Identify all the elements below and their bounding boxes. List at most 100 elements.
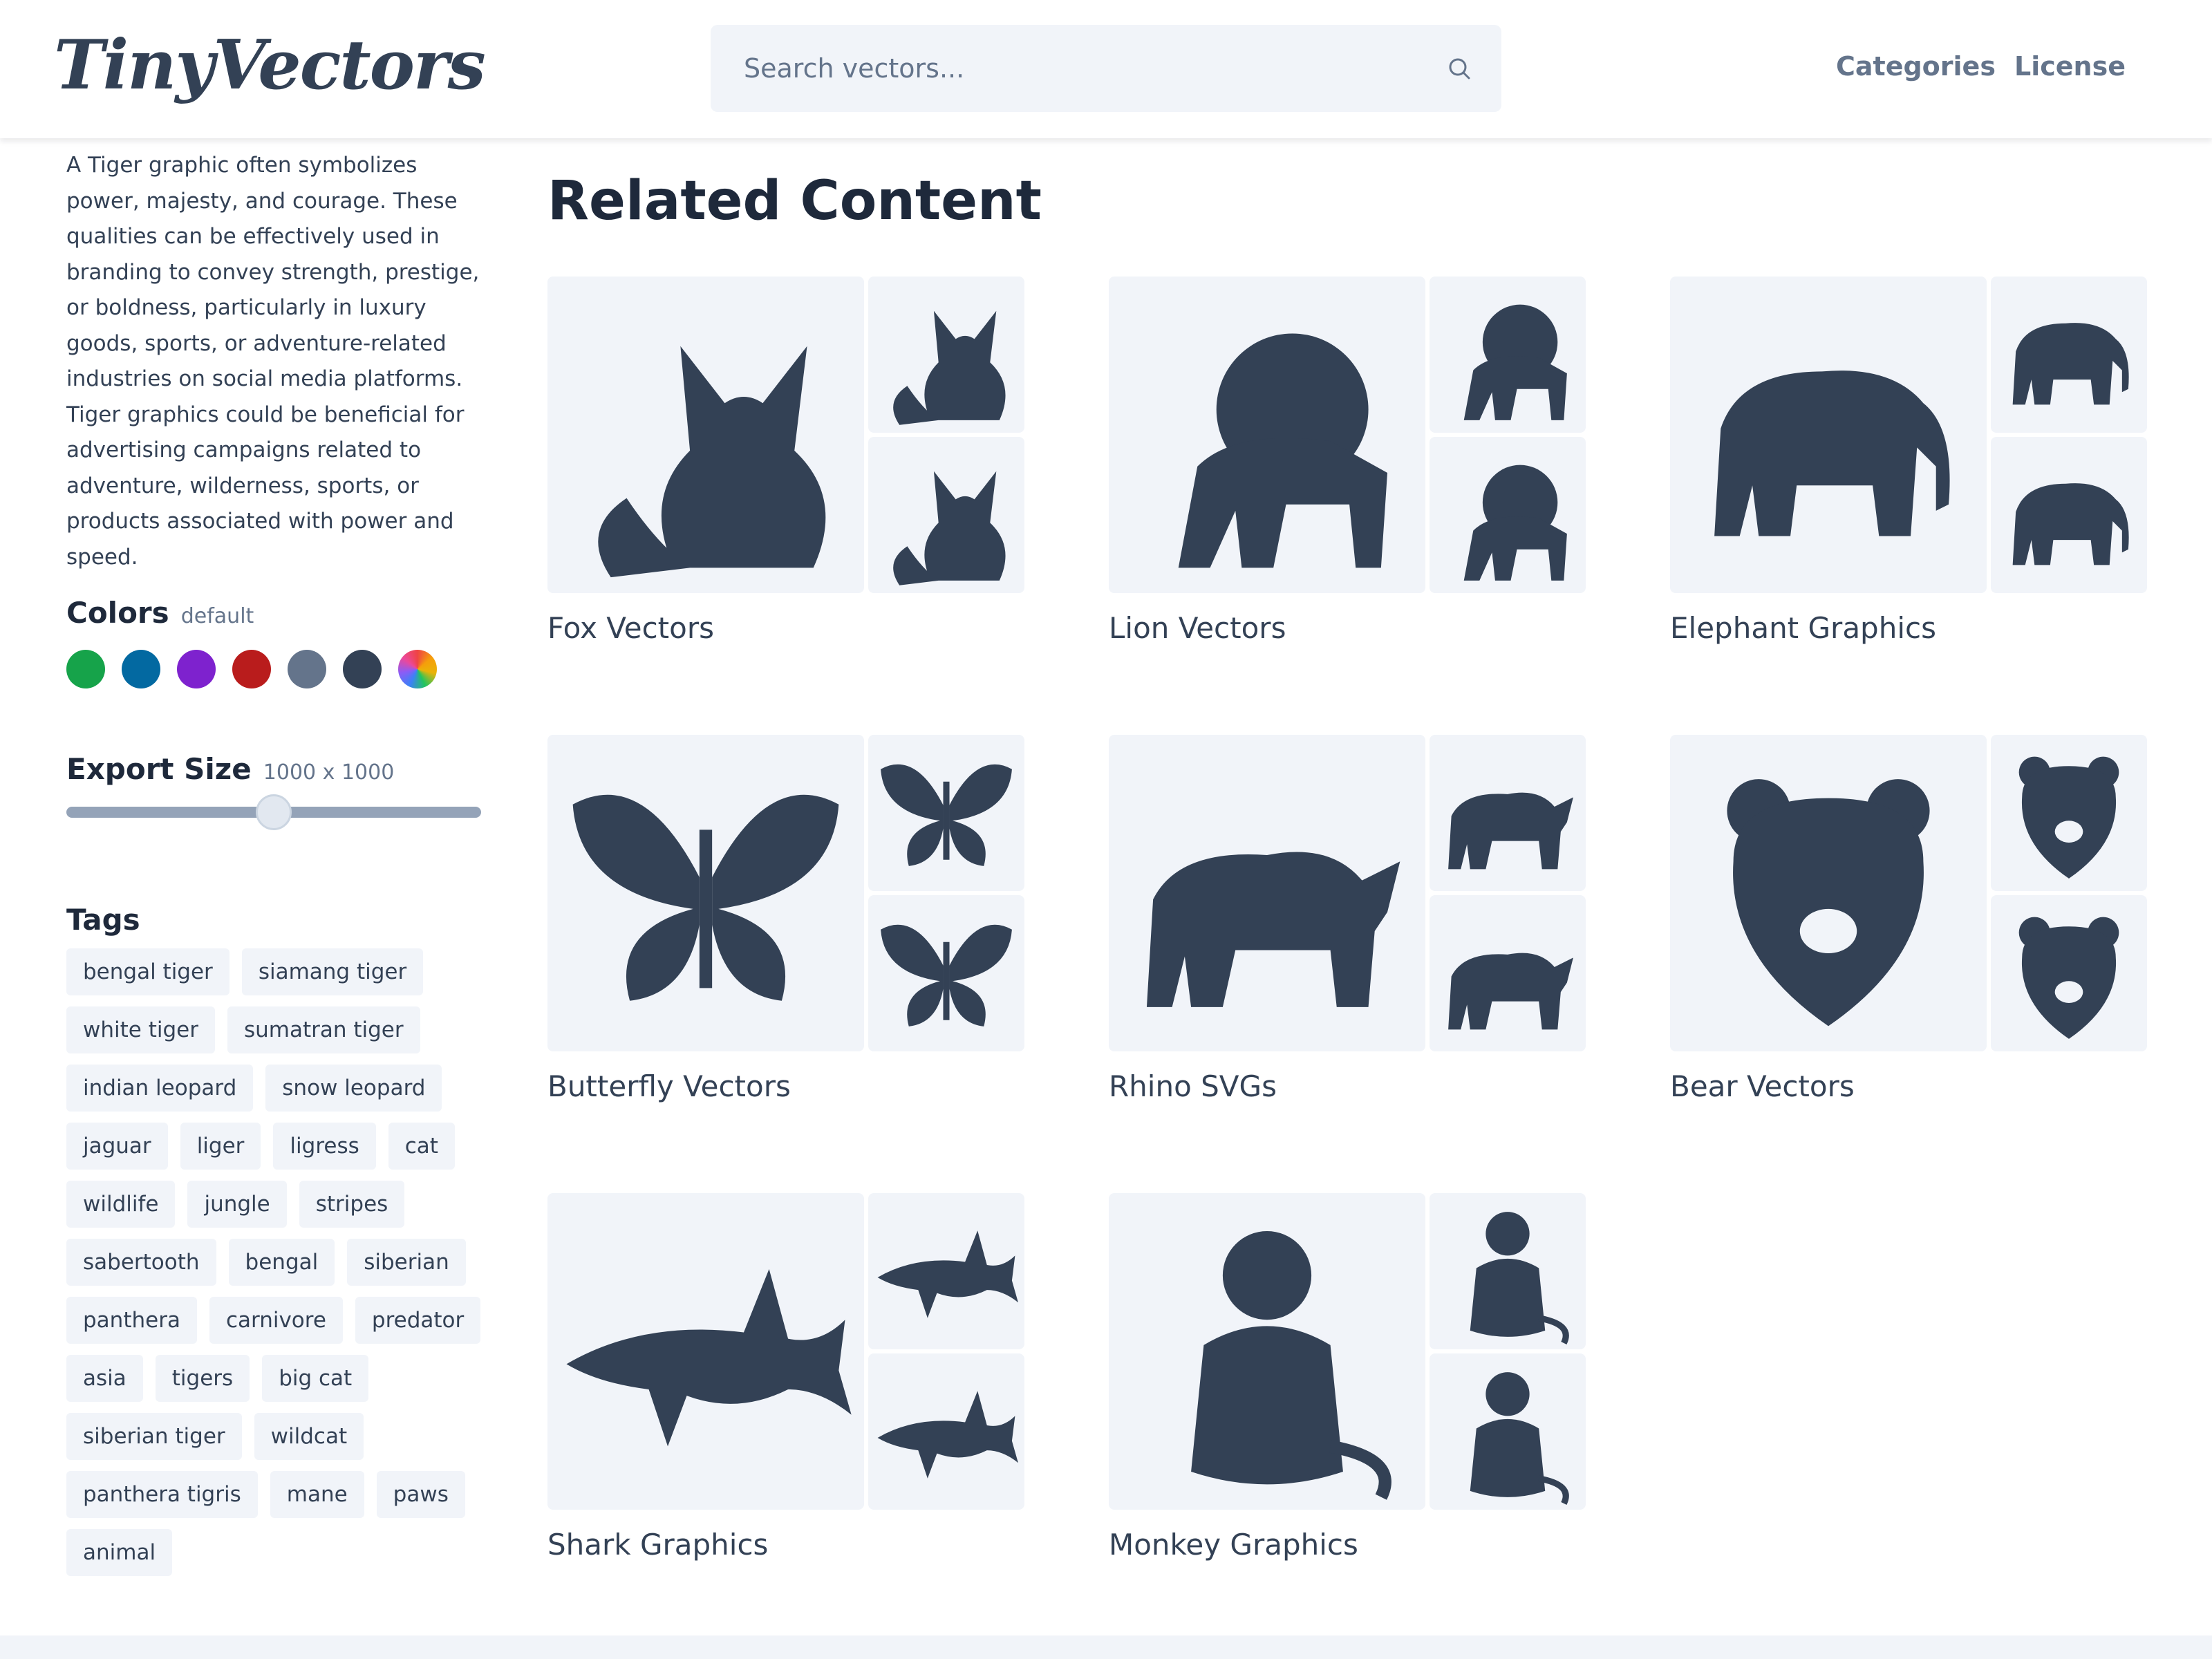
related-card[interactable]: Bear Vectors: [1670, 735, 2147, 1122]
tag-chip[interactable]: jaguar: [66, 1123, 168, 1170]
lion-icon: [1463, 465, 1567, 581]
tag-chip[interactable]: paws: [376, 1471, 465, 1518]
butterfly-icon: [572, 794, 839, 1001]
card-main-thumbnail[interactable]: [547, 1193, 864, 1510]
tiger-description: A Tiger graphic often symbolizes power, …: [66, 153, 480, 570]
color-swatches: [66, 650, 437, 688]
card-thumbnail[interactable]: [1991, 895, 2147, 1051]
tag-chip[interactable]: wildcat: [254, 1413, 364, 1460]
tag-chip[interactable]: liger: [180, 1123, 261, 1170]
card-thumbnail[interactable]: [868, 437, 1024, 593]
tag-chip[interactable]: jungle: [187, 1181, 287, 1228]
export-size-value: 1000 x 1000: [263, 760, 395, 785]
card-main-thumbnail[interactable]: [1670, 735, 1987, 1051]
color-swatch-dark[interactable]: [343, 650, 382, 688]
card-thumbnail[interactable]: [1430, 735, 1586, 891]
fox-icon: [893, 471, 1006, 585]
card-thumbnail[interactable]: [1430, 895, 1586, 1051]
card-main-thumbnail[interactable]: [1109, 735, 1425, 1051]
search-input[interactable]: [744, 25, 1407, 112]
related-card[interactable]: Butterfly Vectors: [547, 735, 1024, 1122]
card-thumbnail[interactable]: [868, 1193, 1024, 1349]
tag-chip[interactable]: bengal: [228, 1239, 335, 1286]
card-label[interactable]: Fox Vectors: [547, 611, 714, 645]
card-thumbnail[interactable]: [1430, 1353, 1586, 1510]
monkey-icon: [1470, 1372, 1569, 1505]
tag-chip[interactable]: bengal tiger: [66, 948, 229, 995]
tag-chip[interactable]: siberian tiger: [66, 1413, 242, 1460]
tag-chip[interactable]: panthera tigris: [66, 1471, 258, 1518]
tag-chip[interactable]: indian leopard: [66, 1065, 254, 1112]
card-label[interactable]: Lion Vectors: [1109, 611, 1286, 645]
card-thumbnail[interactable]: [868, 1353, 1024, 1510]
slider-handle[interactable]: [256, 794, 292, 830]
card-thumbnail[interactable]: [868, 895, 1024, 1051]
card-label[interactable]: Butterfly Vectors: [547, 1069, 791, 1103]
tag-chip[interactable]: big cat: [262, 1355, 369, 1402]
bear-icon: [1727, 779, 1930, 1027]
card-label[interactable]: Rhino SVGs: [1109, 1069, 1277, 1103]
card-label[interactable]: Elephant Graphics: [1670, 611, 1936, 645]
tag-chip[interactable]: carnivore: [209, 1297, 343, 1344]
tag-chip[interactable]: panthera: [66, 1297, 197, 1344]
tag-chip[interactable]: predator: [355, 1297, 481, 1344]
tag-chip[interactable]: tigers: [155, 1355, 250, 1402]
sidebar: A Tiger graphic often symbolizes power, …: [66, 138, 495, 1576]
tag-chip[interactable]: snow leopard: [265, 1065, 442, 1112]
card-label[interactable]: Shark Graphics: [547, 1528, 768, 1562]
tag-chip[interactable]: asia: [66, 1355, 143, 1402]
card-thumbnail[interactable]: [868, 735, 1024, 891]
nav-license[interactable]: License: [2014, 51, 2126, 82]
card-thumbnail[interactable]: [1991, 276, 2147, 433]
related-card[interactable]: Fox Vectors: [547, 276, 1024, 664]
color-swatch-green[interactable]: [66, 650, 105, 688]
card-thumbnail[interactable]: [1430, 437, 1586, 593]
color-swatch-purple[interactable]: [177, 650, 216, 688]
card-main-thumbnail[interactable]: [1109, 276, 1425, 593]
card-main-thumbnail[interactable]: [547, 735, 864, 1051]
card-thumbnail[interactable]: [1430, 1193, 1586, 1349]
tag-chip[interactable]: siamang tiger: [241, 948, 424, 995]
rhino-icon: [1448, 953, 1573, 1030]
related-card[interactable]: Rhino SVGs: [1109, 735, 1586, 1122]
card-main-thumbnail[interactable]: [1670, 276, 1987, 593]
tag-chip[interactable]: white tiger: [66, 1006, 215, 1053]
card-thumbnail[interactable]: [1991, 437, 2147, 593]
tag-chip[interactable]: stripes: [299, 1181, 405, 1228]
card-thumbnail[interactable]: [868, 276, 1024, 433]
color-swatch-blue[interactable]: [122, 650, 160, 688]
card-main-thumbnail[interactable]: [1109, 1193, 1425, 1510]
tag-chip[interactable]: wildlife: [66, 1181, 176, 1228]
search-bar[interactable]: [711, 25, 1501, 112]
card-label[interactable]: Monkey Graphics: [1109, 1528, 1358, 1562]
card-thumbnail[interactable]: [1430, 276, 1586, 433]
tag-chip[interactable]: sabertooth: [66, 1239, 216, 1286]
tag-chip[interactable]: cat: [388, 1123, 455, 1170]
tag-chip[interactable]: ligress: [273, 1123, 376, 1170]
tag-chip[interactable]: siberian: [347, 1239, 466, 1286]
card-main-thumbnail[interactable]: [547, 276, 864, 593]
related-card[interactable]: Shark Graphics: [547, 1193, 1024, 1580]
lion-icon: [1178, 333, 1388, 568]
search-icon[interactable]: [1446, 55, 1474, 83]
tag-chip[interactable]: animal: [66, 1529, 173, 1576]
tags-title: Tags: [66, 903, 140, 937]
related-card[interactable]: Elephant Graphics: [1670, 276, 2147, 664]
bear-icon: [2018, 917, 2119, 1039]
export-size-slider[interactable]: [66, 794, 481, 830]
related-card[interactable]: Monkey Graphics: [1109, 1193, 1586, 1580]
bear-icon: [2018, 756, 2119, 879]
related-card[interactable]: Lion Vectors: [1109, 276, 1586, 664]
tag-chip[interactable]: mane: [270, 1471, 364, 1518]
lion-icon: [1463, 304, 1567, 420]
tags-heading: Tags: [66, 903, 140, 937]
colors-heading: Colors default: [66, 596, 254, 630]
color-swatch-slate[interactable]: [288, 650, 326, 688]
card-thumbnail[interactable]: [1991, 735, 2147, 891]
site-logo[interactable]: TinyVectors: [54, 21, 486, 111]
nav-categories[interactable]: Categories: [1836, 51, 1996, 82]
color-swatch-red[interactable]: [232, 650, 271, 688]
tag-chip[interactable]: sumatran tiger: [227, 1006, 420, 1053]
card-label[interactable]: Bear Vectors: [1670, 1069, 1855, 1103]
color-swatch-rainbow[interactable]: [398, 650, 437, 688]
